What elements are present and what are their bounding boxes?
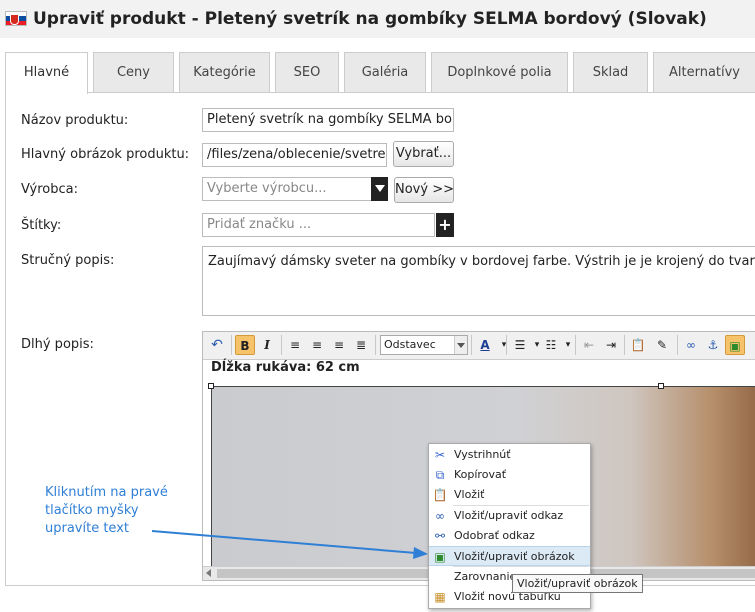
anchor-icon[interactable]: ⚓ bbox=[703, 335, 723, 355]
paste-icon: 📋 bbox=[432, 488, 448, 502]
slovak-flag-icon bbox=[5, 11, 27, 26]
table-icon: ▦ bbox=[434, 590, 446, 604]
link-icon[interactable]: ∞ bbox=[681, 335, 701, 355]
format-select[interactable]: Odstavec bbox=[380, 335, 468, 355]
short-description-label: Stručný popis: bbox=[21, 253, 115, 268]
unlink-icon: ⚯ bbox=[434, 529, 446, 543]
bold-icon[interactable]: B bbox=[235, 335, 255, 355]
align-right-icon[interactable]: ≡ bbox=[329, 335, 349, 355]
menu-item-remove-link[interactable]: ⚯ Odobrať odkaz bbox=[429, 526, 590, 546]
manufacturer-label: Výrobca: bbox=[21, 182, 78, 197]
menu-item-paste[interactable]: 📋 Vložiť bbox=[429, 485, 590, 505]
format-select-value: Odstavec bbox=[384, 338, 436, 351]
chevron-down-icon[interactable] bbox=[371, 177, 388, 201]
undo-icon[interactable]: ↶ bbox=[207, 335, 227, 355]
tab-doplnkove-polia[interactable]: Doplnkové polia bbox=[431, 52, 568, 92]
manufacturer-select[interactable]: Vyberte výrobcu... bbox=[202, 177, 372, 201]
outdent-icon[interactable]: ⇤ bbox=[579, 335, 599, 355]
resize-handle[interactable] bbox=[208, 383, 214, 389]
image-icon: ▣ bbox=[434, 550, 446, 564]
tab-galeria[interactable]: Galéria bbox=[344, 52, 426, 92]
copy-icon: ⧉ bbox=[435, 468, 445, 482]
page-header: Upraviť produkt - Pletený svetrík na gom… bbox=[0, 0, 755, 38]
align-justify-icon[interactable]: ≣ bbox=[351, 335, 371, 355]
product-name-input[interactable]: Pletený svetrík na gombíky SELMA bordc bbox=[202, 108, 454, 132]
editor-toolbar: ↶ B I ≡ ≡ ≡ ≣ Odstavec A ▾ ☰ ▾ ☷ ▾ ⇤ ⇥ 📋… bbox=[203, 332, 755, 360]
product-name-label: Názov produktu: bbox=[21, 113, 129, 128]
main-image-input[interactable]: /files/zena/oblecenie/svetre-p bbox=[202, 143, 387, 167]
link-icon: ∞ bbox=[435, 509, 445, 523]
main-image-label: Hlavný obrázok produktu: bbox=[21, 147, 190, 162]
tags-label: Štítky: bbox=[21, 218, 62, 233]
new-manufacturer-button[interactable]: Nový >> bbox=[394, 177, 454, 203]
edit-icon[interactable]: ✎ bbox=[652, 335, 672, 355]
text-color-icon[interactable]: A bbox=[475, 335, 495, 355]
menu-item-cut[interactable]: ✂ Vystrihnúť bbox=[429, 445, 590, 465]
menu-item-insert-link[interactable]: ∞ Vložiť/upraviť odkaz bbox=[429, 506, 590, 526]
tab-bar: Hlavné Ceny Kategórie SEO Galéria Doplnk… bbox=[5, 52, 755, 94]
align-center-icon[interactable]: ≡ bbox=[307, 335, 327, 355]
scroll-left-icon[interactable] bbox=[206, 569, 211, 577]
image-tooltip: Vložiť/upraviť obrázok bbox=[512, 574, 643, 593]
choose-image-button[interactable]: Vybrať... bbox=[393, 141, 454, 167]
indent-icon[interactable]: ⇥ bbox=[601, 335, 621, 355]
resize-handle[interactable] bbox=[658, 383, 664, 389]
add-tag-icon[interactable]: + bbox=[436, 213, 454, 237]
long-description-label: Dlhý popis: bbox=[21, 337, 94, 352]
page-title: Upraviť produkt - Pletený svetrík na gom… bbox=[33, 9, 707, 29]
chevron-down-icon bbox=[454, 336, 467, 354]
image-icon[interactable]: ▣ bbox=[725, 335, 745, 355]
menu-item-insert-image[interactable]: ▣ Vložiť/upraviť obrázok bbox=[429, 546, 590, 566]
short-description-textarea[interactable]: Zaujímavý dámsky sveter na gombíky v bor… bbox=[202, 246, 755, 316]
tab-alternativy[interactable]: Alternatívy bbox=[653, 52, 755, 92]
tab-hlavne[interactable]: Hlavné bbox=[5, 52, 88, 94]
italic-icon[interactable]: I bbox=[257, 335, 277, 355]
sleeve-length-text: Dĺžka rukáva: 62 cm bbox=[211, 360, 360, 375]
tags-input[interactable]: Pridať značku ... bbox=[202, 213, 435, 237]
paste-icon[interactable]: 📋 bbox=[628, 335, 648, 355]
tab-sklad[interactable]: Sklad bbox=[573, 52, 648, 92]
tab-ceny[interactable]: Ceny bbox=[93, 52, 174, 92]
tab-kategorie[interactable]: Kategórie bbox=[179, 52, 270, 92]
menu-item-copy[interactable]: ⧉ Kopírovať bbox=[429, 465, 590, 485]
scissors-icon: ✂ bbox=[434, 448, 446, 462]
align-left-icon[interactable]: ≡ bbox=[285, 335, 305, 355]
annotation-text: Kliknutím na pravé tlačítko myšky upraví… bbox=[45, 485, 168, 536]
tab-seo[interactable]: SEO bbox=[275, 52, 339, 92]
